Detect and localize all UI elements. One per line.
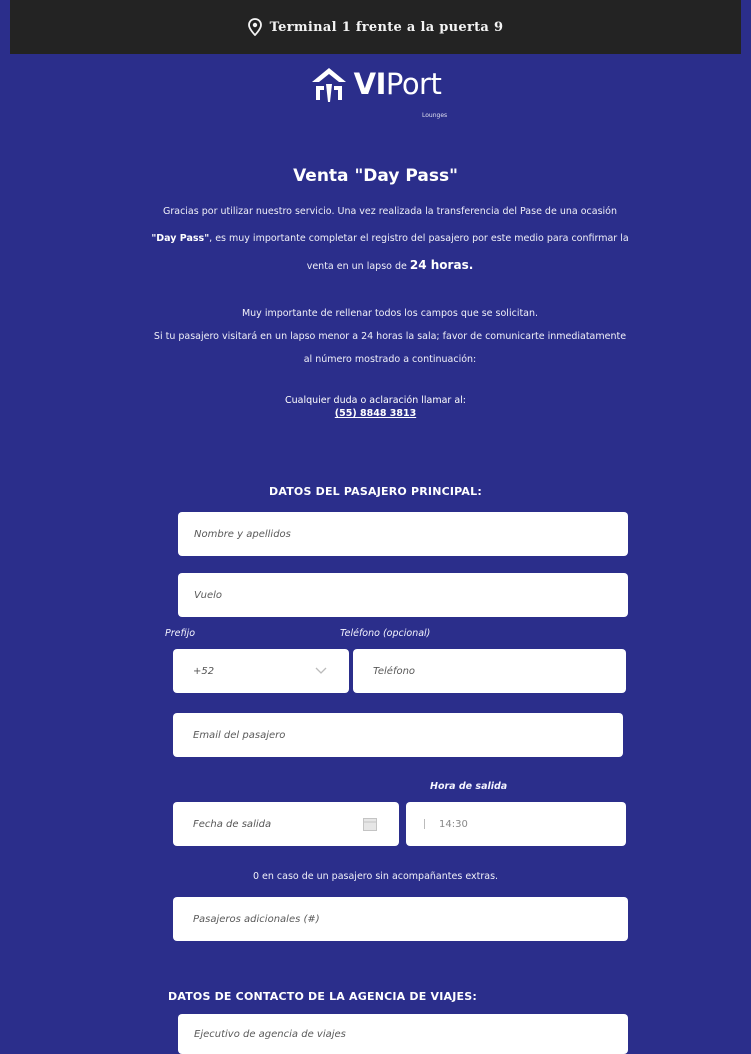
calendar-icon[interactable]: [363, 817, 377, 831]
departure-date-input[interactable]: Fecha de salida: [173, 802, 399, 846]
email-input[interactable]: [173, 713, 623, 757]
airport-logo-icon: [311, 68, 346, 102]
main-panel: VIPort Lounges Venta "Day Pass" Gracias …: [10, 54, 741, 1054]
time-divider: [424, 819, 425, 829]
departure-time-label: Hora de salida: [430, 781, 508, 792]
contact-info: Cualquier duda o aclaración llamar al: (…: [10, 394, 741, 420]
agent-input[interactable]: [178, 1014, 628, 1054]
brand-name: VIPort: [353, 67, 442, 101]
name-input[interactable]: [178, 512, 628, 556]
notice-text: Muy importante de rellenar todos los cam…: [153, 308, 627, 365]
location-bar: Terminal 1 frente a la puerta 9: [10, 0, 741, 54]
location-pin-icon: [247, 18, 262, 36]
brand-subtitle: Lounges: [422, 112, 448, 119]
phone-input[interactable]: [353, 649, 626, 693]
flight-input[interactable]: [178, 573, 628, 617]
page-title: Venta "Day Pass": [293, 166, 458, 186]
prefix-select[interactable]: +52: [173, 649, 349, 693]
additional-passengers-input[interactable]: [173, 897, 628, 941]
section-title-passenger: DATOS DEL PASAJERO PRINCIPAL:: [269, 485, 482, 498]
extra-passengers-note: 0 en caso de un pasajero sin acompañante…: [252, 871, 499, 882]
prefix-label: Prefijo: [165, 628, 196, 639]
chevron-down-icon: [315, 667, 327, 674]
location-text: Terminal 1 frente a la puerta 9: [269, 19, 504, 35]
departure-time-value: 14:30: [439, 818, 468, 830]
intro-text: Gracias por utilizar nuestro servicio. U…: [151, 206, 629, 272]
section-title-agency: DATOS DE CONTACTO DE LA AGENCIA DE VIAJE…: [168, 990, 477, 1003]
prefix-value: +52: [193, 665, 215, 677]
departure-date-placeholder: Fecha de salida: [193, 818, 272, 830]
phone-label: Teléfono (opcional): [340, 628, 431, 639]
viport-logo: VIPort Lounges: [10, 66, 741, 119]
departure-time-input[interactable]: 14:30: [406, 802, 626, 846]
contact-phone-link[interactable]: (55) 8848 3813: [10, 407, 741, 420]
